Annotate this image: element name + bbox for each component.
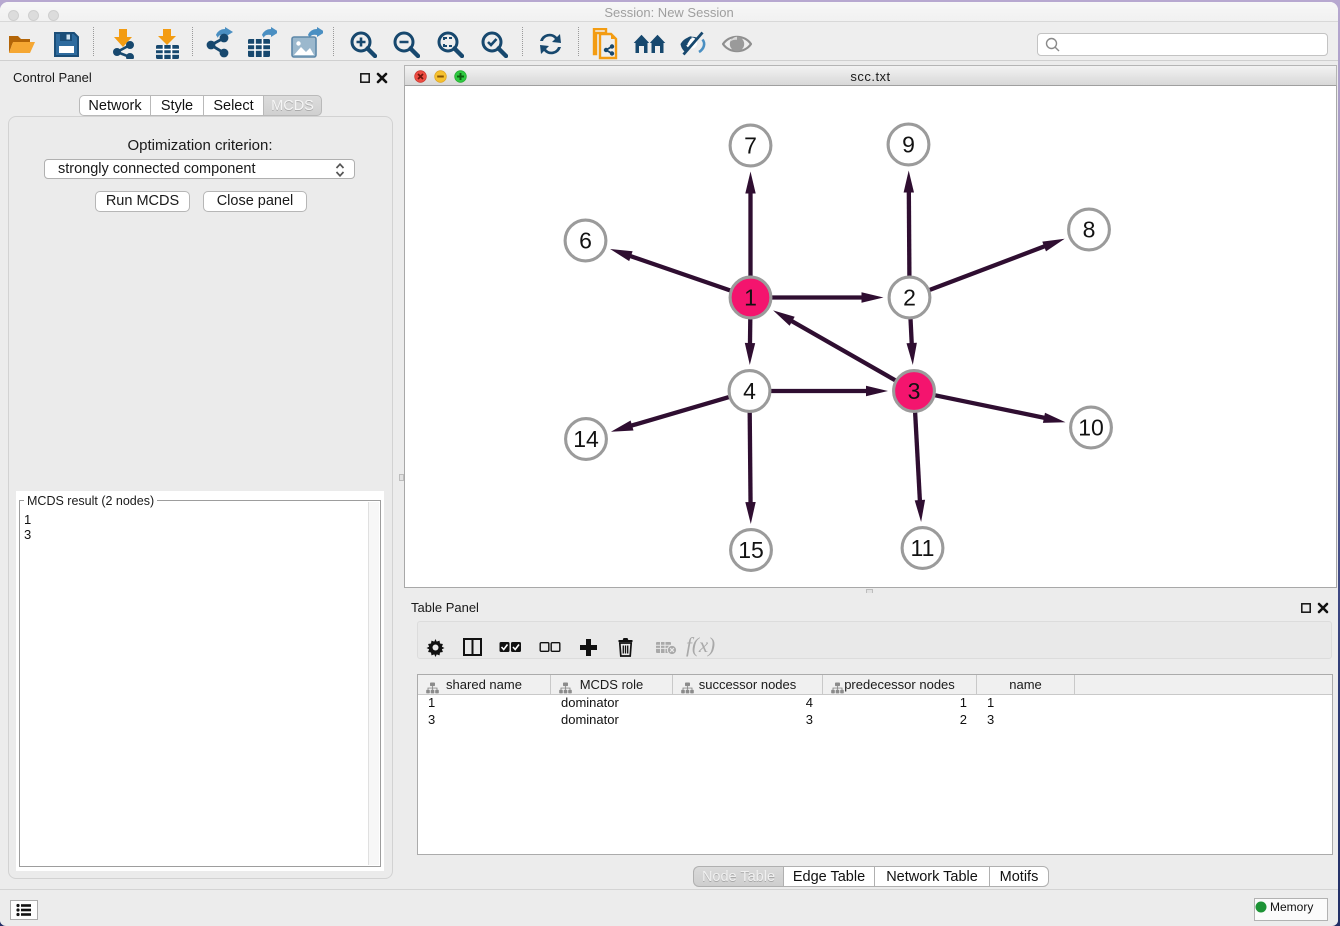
svg-text:11: 11 xyxy=(911,535,935,561)
svg-text:1: 1 xyxy=(744,285,757,311)
svg-text:6: 6 xyxy=(579,228,592,254)
svg-text:2: 2 xyxy=(903,285,916,311)
svg-text:8: 8 xyxy=(1083,217,1096,243)
svg-text:7: 7 xyxy=(744,133,757,159)
svg-text:10: 10 xyxy=(1078,415,1104,441)
svg-text:15: 15 xyxy=(738,537,764,563)
svg-text:9: 9 xyxy=(902,132,915,158)
svg-text:14: 14 xyxy=(573,426,599,452)
svg-text:3: 3 xyxy=(908,378,921,404)
svg-text:4: 4 xyxy=(743,378,756,404)
